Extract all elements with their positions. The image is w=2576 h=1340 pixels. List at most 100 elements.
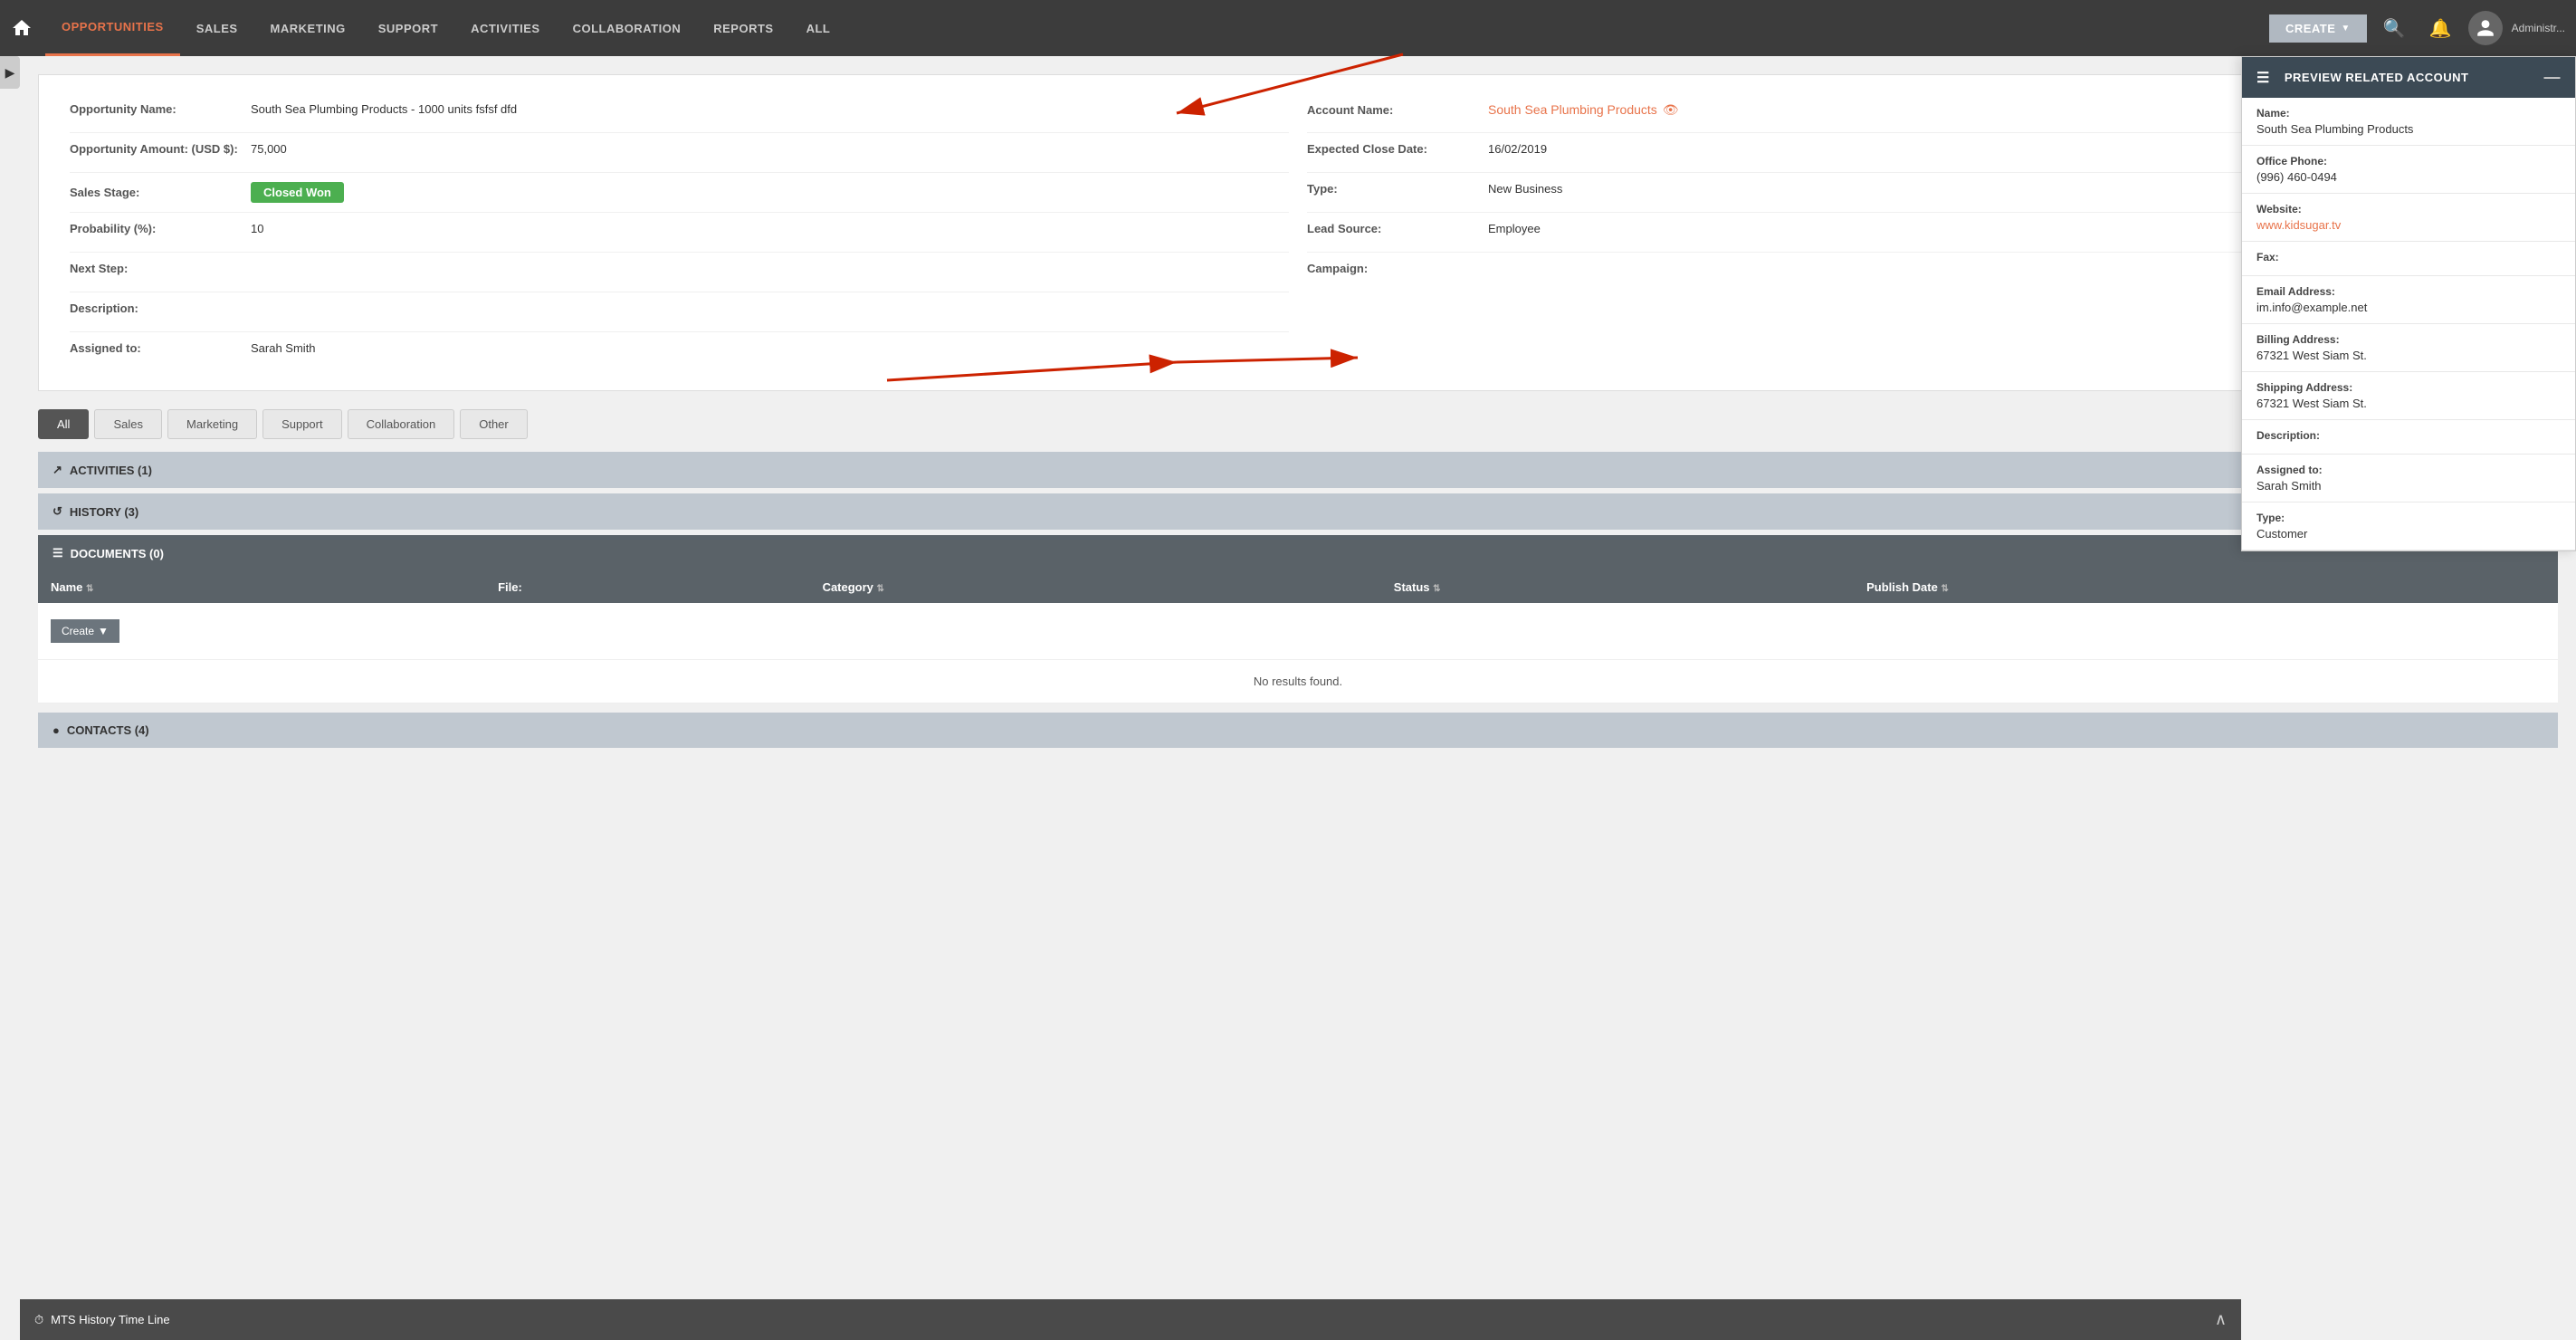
preview-row-website: Website: www.kidsugar.tv [2242, 194, 2575, 242]
mts-icon: ⏱ [34, 1313, 43, 1327]
history-icon: ↺ [52, 504, 62, 519]
lead-source-label: Lead Source: [1307, 222, 1488, 235]
next-step-row: Next Step: [70, 253, 1289, 292]
activities-label: ACTIVITIES (1) [70, 464, 152, 477]
hamburger-icon: ☰ [2256, 69, 2270, 87]
nav-sales[interactable]: SALES [180, 0, 254, 56]
mts-label: MTS History Time Line [51, 1313, 169, 1326]
preview-row-assigned: Assigned to: Sarah Smith [2242, 455, 2575, 502]
username[interactable]: Administr... [2512, 22, 2565, 34]
create-caret-icon: ▼ [98, 625, 109, 637]
website-link[interactable]: www.kidsugar.tv [2256, 218, 2561, 232]
sort-category-icon: ⇅ [877, 584, 884, 594]
type-value: New Business [1488, 182, 1562, 196]
nav-items: OPPORTUNITIES SALES MARKETING SUPPORT AC… [45, 0, 2269, 56]
nav-activities[interactable]: ACTIVITIES [454, 0, 557, 56]
activities-section-header[interactable]: ↗ ACTIVITIES (1) [38, 452, 2558, 488]
probability-value: 10 [251, 222, 263, 235]
tabs-bar: All Sales Marketing Support Collaboratio… [38, 409, 2558, 439]
tab-collaboration[interactable]: Collaboration [348, 409, 455, 439]
preview-header: ☰ PREVIEW RELATED ACCOUNT — [2242, 57, 2575, 98]
assigned-to-row: Assigned to: Sarah Smith [70, 332, 1289, 372]
sort-status-icon: ⇅ [1433, 584, 1440, 594]
nav-marketing[interactable]: MARKETING [254, 0, 362, 56]
opportunity-name-label: Opportunity Name: [70, 102, 251, 116]
contacts-section-header[interactable]: ● CONTACTS (4) [38, 713, 2558, 748]
sidebar-toggle[interactable]: ▶ [0, 56, 20, 89]
preview-close-button[interactable]: — [2544, 68, 2562, 87]
tab-sales[interactable]: Sales [94, 409, 162, 439]
col-name: Name ⇅ [38, 571, 485, 603]
tab-other[interactable]: Other [460, 409, 528, 439]
opportunity-name-value: South Sea Plumbing Products - 1000 units… [251, 102, 517, 116]
preview-row-description: Description: [2242, 420, 2575, 455]
sales-stage-badge: Closed Won [251, 182, 344, 203]
form-panel: Opportunity Name: South Sea Plumbing Pro… [38, 74, 2558, 391]
opportunity-amount-row: Opportunity Amount: (USD $): 75,000 [70, 133, 1289, 173]
form-grid: Opportunity Name: South Sea Plumbing Pro… [61, 93, 2535, 372]
no-results-row: No results found. [38, 660, 2558, 704]
tab-all[interactable]: All [38, 409, 89, 439]
contacts-icon: ● [52, 723, 60, 737]
navbar: OPPORTUNITIES SALES MARKETING SUPPORT AC… [0, 0, 2576, 56]
col-category: Category ⇅ [810, 571, 1381, 603]
description-row: Description: [70, 292, 1289, 332]
next-step-label: Next Step: [70, 262, 251, 275]
home-button[interactable] [11, 17, 33, 39]
contacts-label: CONTACTS (4) [67, 723, 149, 737]
campaign-label: Campaign: [1307, 262, 1488, 275]
type-label: Type: [1307, 182, 1488, 196]
create-label: CREATE [2285, 22, 2335, 35]
preview-row-email: Email Address: im.info@example.net [2242, 276, 2575, 324]
nav-collaboration[interactable]: COLLABORATION [557, 0, 698, 56]
col-status: Status ⇅ [1381, 571, 1854, 603]
no-results-text: No results found. [38, 660, 2558, 704]
eye-icon[interactable]: 👁 [1663, 102, 1679, 118]
documents-table: Name ⇅ File: Category ⇅ Status ⇅ Publish… [38, 571, 2558, 704]
mts-timeline: ⏱ MTS History Time Line ∧ [20, 1299, 2241, 1340]
probability-label: Probability (%): [70, 222, 251, 235]
create-row: Create ▼ [38, 603, 2558, 660]
mts-collapse-button[interactable]: ∧ [2215, 1310, 2227, 1329]
lead-source-value: Employee [1488, 222, 1541, 235]
history-section-header[interactable]: ↺ HISTORY (3) [38, 493, 2558, 530]
documents-section-header[interactable]: ☰ DOCUMENTS (0) [38, 535, 2558, 571]
preview-row-name: Name: South Sea Plumbing Products [2242, 98, 2575, 146]
preview-row-phone: Office Phone: (996) 460-0494 [2242, 146, 2575, 194]
nav-opportunities[interactable]: OPPORTUNITIES [45, 0, 180, 56]
account-name-label: Account Name: [1307, 103, 1488, 117]
sort-date-icon: ⇅ [1941, 584, 1948, 594]
nav-support[interactable]: SUPPORT [362, 0, 454, 56]
preview-row-type: Type: Customer [2242, 502, 2575, 550]
preview-panel: ☰ PREVIEW RELATED ACCOUNT — Name: South … [2241, 56, 2576, 551]
sort-name-icon: ⇅ [86, 584, 93, 594]
account-name-link[interactable]: South Sea Plumbing Products [1488, 102, 1657, 117]
description-label: Description: [70, 302, 251, 315]
avatar[interactable] [2468, 11, 2503, 45]
tab-support[interactable]: Support [262, 409, 342, 439]
tab-marketing[interactable]: Marketing [167, 409, 257, 439]
main-content: Opportunity Name: South Sea Plumbing Pro… [20, 56, 2576, 766]
form-left: Opportunity Name: South Sea Plumbing Pro… [61, 93, 1298, 372]
history-label: HISTORY (3) [70, 505, 138, 519]
search-icon[interactable]: 🔍 [2376, 14, 2413, 43]
nav-all[interactable]: ALL [790, 0, 847, 56]
preview-title: PREVIEW RELATED ACCOUNT [2285, 71, 2469, 84]
play-icon: ▶ [5, 65, 15, 81]
notifications-icon[interactable]: 🔔 [2422, 14, 2459, 43]
opportunity-amount-label: Opportunity Amount: (USD $): [70, 142, 251, 156]
create-caret: ▼ [2341, 24, 2350, 34]
col-file: File: [485, 571, 809, 603]
assigned-to-label: Assigned to: [70, 341, 251, 355]
preview-row-shipping: Shipping Address: 67321 West Siam St. [2242, 372, 2575, 420]
preview-row-fax: Fax: [2242, 242, 2575, 276]
sales-stage-label: Sales Stage: [70, 186, 251, 199]
create-button[interactable]: CREATE ▼ [2269, 14, 2367, 43]
preview-header-left: ☰ PREVIEW RELATED ACCOUNT [2256, 69, 2468, 87]
col-publish-date: Publish Date ⇅ [1854, 571, 2558, 603]
probability-row: Probability (%): 10 [70, 213, 1289, 253]
documents-create-button[interactable]: Create ▼ [51, 619, 119, 643]
activities-icon: ↗ [52, 463, 62, 477]
nav-reports[interactable]: REPORTS [697, 0, 789, 56]
documents-icon: ☰ [52, 546, 63, 560]
